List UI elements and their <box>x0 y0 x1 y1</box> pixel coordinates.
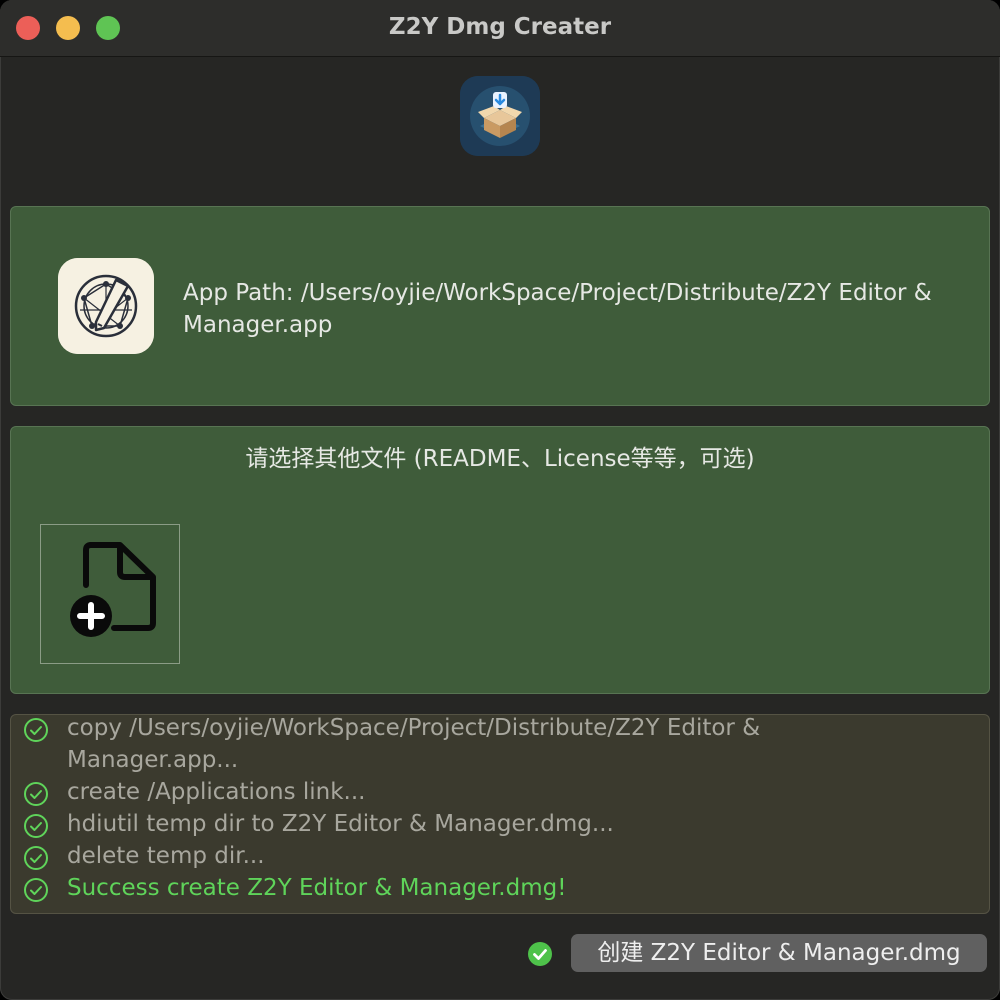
check-circle-icon <box>24 814 48 838</box>
log-entry: copy /Users/oyjie/WorkSpace/Project/Dist… <box>11 715 989 776</box>
log-entry-text: delete temp dir... <box>67 843 265 869</box>
app-logo-icon <box>460 76 540 156</box>
log-entry: delete temp dir... <box>11 840 989 872</box>
log-entry-text: copy /Users/oyjie/WorkSpace/Project/Dist… <box>67 715 761 773</box>
create-dmg-button[interactable]: 创建 Z2Y Editor & Manager.dmg <box>571 934 987 972</box>
log-list: copy /Users/oyjie/WorkSpace/Project/Dist… <box>11 715 989 904</box>
success-status-icon <box>528 942 552 966</box>
app-path-label: App Path: /Users/oyjie/WorkSpace/Project… <box>183 280 932 338</box>
app-path-panel[interactable]: App Path: /Users/oyjie/WorkSpace/Project… <box>10 206 990 406</box>
add-file-icon <box>70 542 156 637</box>
selected-app-icon <box>58 258 154 354</box>
log-entry-success: Success create Z2Y Editor & Manager.dmg! <box>11 872 989 904</box>
add-file-dropzone[interactable] <box>40 524 180 664</box>
extra-files-panel: 请选择其他文件 (README、License等等，可选) <box>10 426 990 694</box>
check-circle-icon <box>24 718 48 742</box>
log-panel[interactable]: copy /Users/oyjie/WorkSpace/Project/Dist… <box>10 714 990 914</box>
window-title: Z2Y Dmg Creater <box>388 14 612 40</box>
app-window: Z2Y Dmg Creater App Path: /Users/oyjie/W… <box>0 0 1000 1000</box>
check-circle-icon <box>24 878 48 902</box>
check-circle-icon <box>24 782 48 806</box>
extra-files-title: 请选择其他文件 (README、License等等，可选) <box>245 446 755 472</box>
success-message: Success create Z2Y Editor & Manager.dmg! <box>67 875 567 901</box>
log-entry: hdiutil temp dir to Z2Y Editor & Manager… <box>11 808 989 840</box>
log-entry-text: create /Applications link... <box>67 779 366 805</box>
check-circle-icon <box>24 846 48 870</box>
log-entry-text: hdiutil temp dir to Z2Y Editor & Manager… <box>67 811 614 837</box>
log-entry: create /Applications link... <box>11 776 989 808</box>
title-bar[interactable]: Z2Y Dmg Creater <box>0 0 1000 57</box>
